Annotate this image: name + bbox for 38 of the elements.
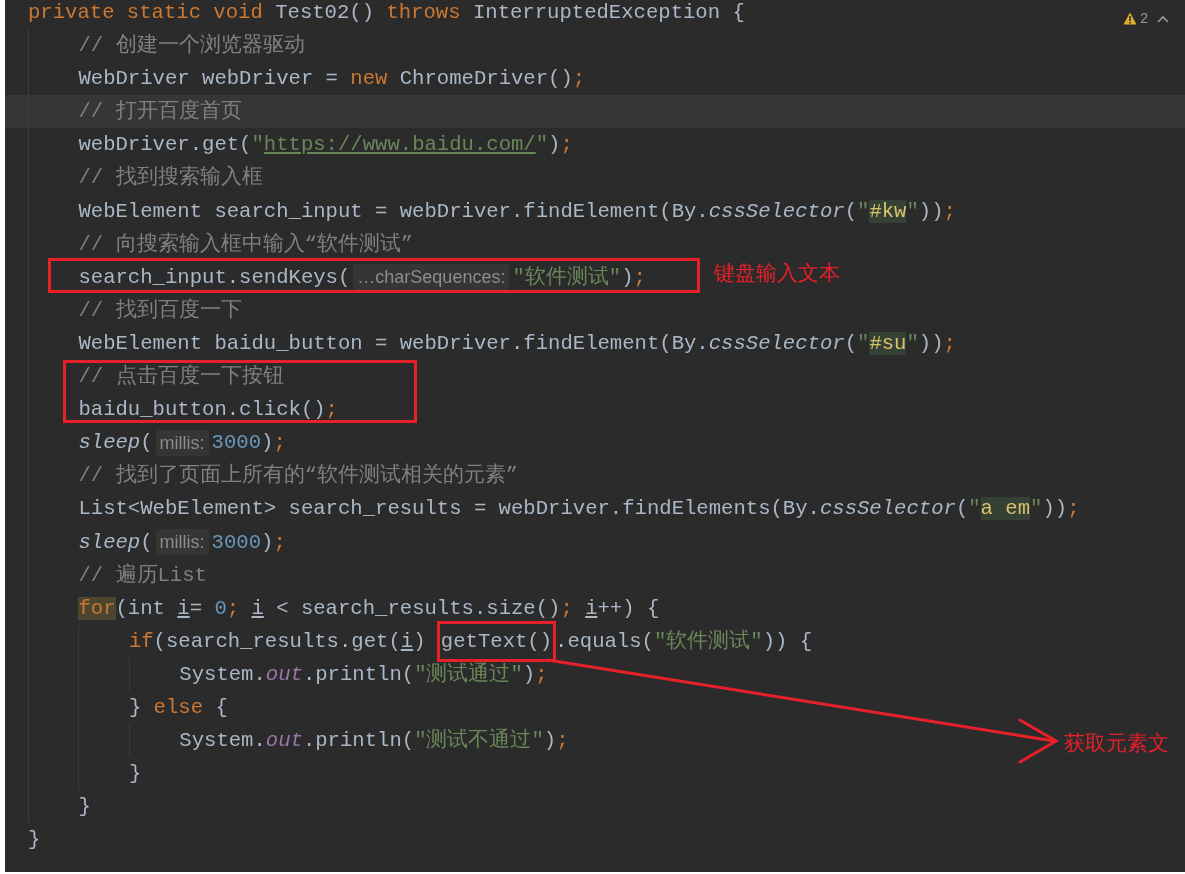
code-comment: // 找到百度一下 — [78, 297, 242, 324]
code-text: "软件测试"); — [512, 264, 646, 291]
code-text: } — [78, 794, 91, 821]
code-comment: // 向搜索输入框中输入“软件测试” — [78, 231, 414, 258]
code-text: List<WebElement> search_results = webDriver.findElements(By.cssSelector("a em")); — [78, 496, 1080, 523]
chevron-up-icon[interactable] — [1157, 14, 1169, 23]
code-text: sleep( — [78, 430, 153, 457]
parameter-hint: millis: — [155, 529, 209, 556]
code-text: for(int i= 0; i < search_results.size(); i++) { — [78, 595, 660, 622]
code-text: private static void Test02() throws InterruptedException { — [28, 0, 745, 26]
code-text: WebDriver webDriver = new ChromeDriver(); — [78, 66, 586, 93]
code-text: webDriver.get("https://www.baidu.com/"); — [78, 132, 573, 159]
code-text: } — [128, 761, 142, 788]
code-text: System.out.println("测试不通过"); — [179, 727, 569, 755]
code-text: WebElement baidu_button = webDriver.findElement(By.cssSelector("#su")); — [78, 330, 956, 357]
parameter-hint: millis: — [155, 429, 209, 456]
code-text: if(search_results.get(i) — [128, 628, 427, 655]
annotation-label: 键盘输入文本 — [714, 260, 840, 286]
code-comment: // 找到搜索输入框 — [78, 164, 263, 192]
code-comment: // 打开百度首页 — [78, 98, 242, 126]
annotation-label: 获取元素文 — [1064, 730, 1169, 756]
code-text: System.out.println("测试通过"); — [179, 661, 548, 688]
code-comment: // 创建一个浏览器驱动 — [78, 32, 305, 60]
code-text: search_input.sendKeys( — [78, 264, 351, 291]
code-text: .equals("软件测试")) { — [555, 628, 813, 655]
warning-count[interactable]: 2 — [1140, 8, 1148, 29]
code-text: WebElement search_input = webDriver.findElement(By.cssSelector("#kw")); — [78, 198, 956, 225]
parameter-hint: …charSequences: — [353, 264, 510, 291]
code-text: baidu_button.click(); — [78, 397, 338, 424]
code-text: } else { — [128, 694, 228, 721]
code-text: sleep( — [78, 529, 153, 556]
code-text: 3000); — [211, 430, 286, 457]
code-comment: // 点击百度一下按钮 — [78, 363, 284, 391]
code-text: 3000); — [211, 529, 286, 556]
code-comment: // 遍历List — [78, 562, 207, 589]
code-text: } — [28, 827, 41, 854]
warning-icon — [1123, 12, 1138, 25]
code-comment: // 找到了页面上所有的“软件测试相关的元素” — [78, 462, 519, 490]
